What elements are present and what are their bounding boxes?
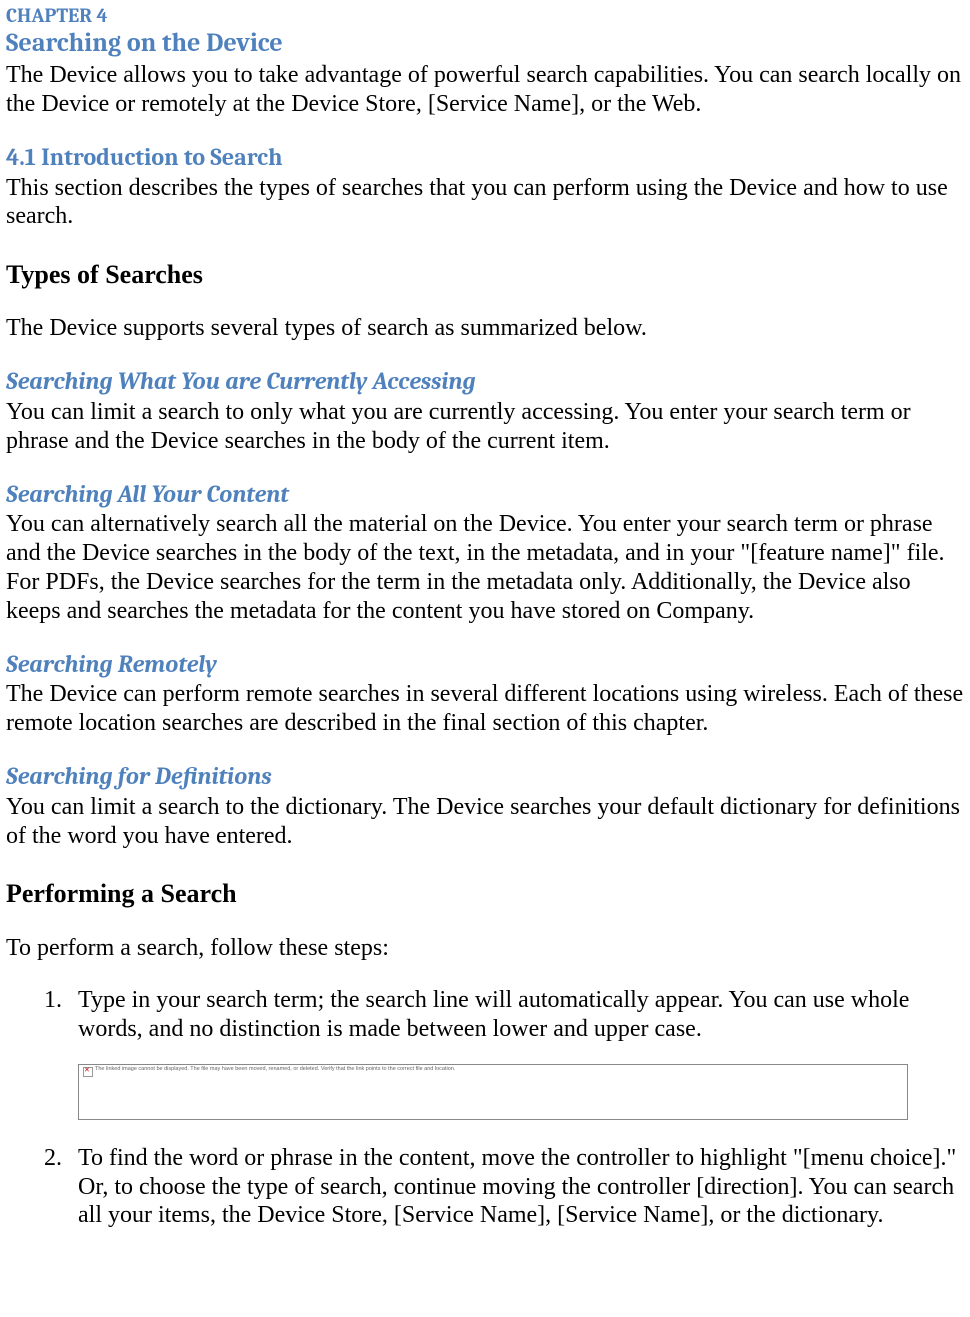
types-of-searches-heading: Types of Searches bbox=[6, 259, 964, 290]
searching-definitions-heading: Searching for Definitions bbox=[6, 762, 964, 791]
broken-image-text: The linked image cannot be displayed. Th… bbox=[95, 1066, 455, 1072]
searching-remotely-heading: Searching Remotely bbox=[6, 650, 964, 679]
section-4-1-intro: This section describes the types of sear… bbox=[6, 174, 964, 232]
search-step-1-text: Type in your search term; the search lin… bbox=[78, 987, 909, 1042]
search-step-2-text: To find the word or phrase in the conten… bbox=[78, 1145, 956, 1229]
searching-all-heading: Searching All Your Content bbox=[6, 480, 964, 509]
searching-definitions-body: You can limit a search to the dictionary… bbox=[6, 793, 964, 851]
types-of-searches-intro: The Device supports several types of sea… bbox=[6, 314, 964, 343]
chapter-intro: The Device allows you to take advantage … bbox=[6, 61, 964, 119]
section-4-1-heading: 4.1 Introduction to Search bbox=[6, 143, 964, 172]
performing-search-intro: To perform a search, follow these steps: bbox=[6, 934, 964, 963]
broken-image-icon bbox=[83, 1067, 93, 1077]
performing-search-heading: Performing a Search bbox=[6, 878, 964, 909]
searching-current-body: You can limit a search to only what you … bbox=[6, 398, 964, 456]
search-step-1: Type in your search term; the search lin… bbox=[68, 986, 964, 1120]
searching-current-heading: Searching What You are Currently Accessi… bbox=[6, 367, 964, 396]
searching-all-body: You can alternatively search all the mat… bbox=[6, 510, 964, 625]
chapter-title: Searching on the Device bbox=[6, 28, 964, 59]
searching-remotely-body: The Device can perform remote searches i… bbox=[6, 680, 964, 738]
chapter-label: CHAPTER 4 bbox=[6, 4, 964, 28]
search-steps-list: Type in your search term; the search lin… bbox=[6, 986, 964, 1230]
broken-image-placeholder: The linked image cannot be displayed. Th… bbox=[78, 1064, 908, 1120]
search-step-2: To find the word or phrase in the conten… bbox=[68, 1144, 964, 1230]
